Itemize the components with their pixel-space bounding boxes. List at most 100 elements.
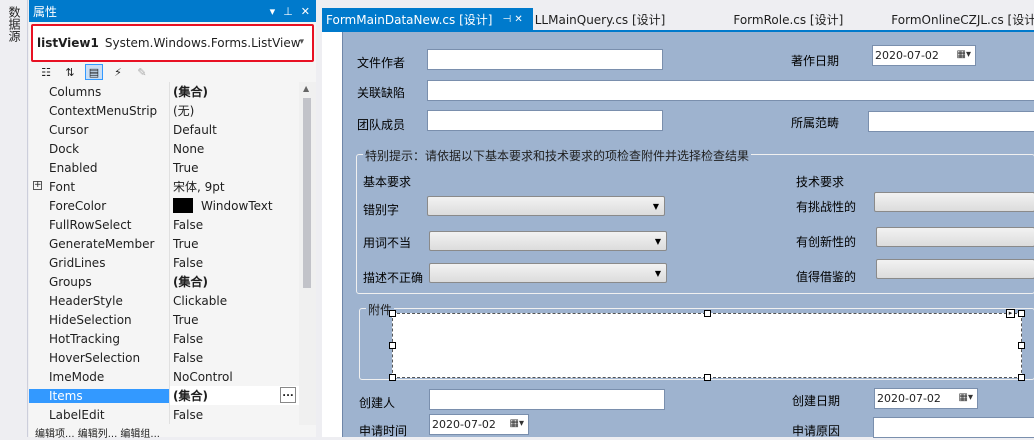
tab-pin-close-icons[interactable]: ⊣ ✕ [502, 14, 522, 25]
properties-commands[interactable]: 编辑项... 编辑列... 编辑组... [29, 425, 316, 440]
object-name: listView1 [37, 36, 99, 50]
chevron-down-icon[interactable]: ▾ [299, 37, 304, 47]
property-value[interactable]: (集合) [169, 272, 299, 291]
property-value[interactable]: WindowText [169, 196, 299, 215]
pin-icon[interactable]: ⊥ [283, 5, 293, 18]
scrollbar-thumb[interactable] [303, 98, 311, 288]
property-value-text: None [173, 141, 205, 156]
team-members-input[interactable] [427, 110, 663, 131]
attachment-listview[interactable]: ▸ [389, 309, 1025, 381]
related-defect-input[interactable] [427, 80, 1034, 101]
resize-handle[interactable] [389, 310, 396, 317]
wording-combobox[interactable]: ▼ [429, 231, 667, 251]
property-name: ForeColor [49, 198, 107, 213]
resize-handle[interactable] [1018, 342, 1025, 349]
property-value[interactable]: (无) [169, 101, 299, 120]
property-value[interactable]: NoControl [169, 367, 299, 386]
resize-handle[interactable] [389, 374, 396, 381]
property-row[interactable]: HeaderStyle Clickable [29, 291, 299, 310]
property-value[interactable]: Default [169, 120, 299, 139]
property-value[interactable]: False [169, 348, 299, 367]
tab-formrole[interactable]: FormRole.cs [设计] [731, 8, 853, 30]
property-row[interactable]: ContextMenuStrip (无) [29, 101, 299, 120]
calendar-icon[interactable]: ▦▾ [510, 418, 524, 429]
property-row[interactable]: + Font 宋体, 9pt [29, 177, 299, 196]
property-row[interactable]: HoverSelection False [29, 348, 299, 367]
events-icon[interactable]: ⚡ [109, 64, 127, 80]
property-row[interactable]: Items (集合)... [29, 386, 299, 405]
property-value[interactable]: Clickable [169, 291, 299, 310]
close-icon[interactable]: ✕ [301, 5, 310, 18]
property-value[interactable]: False [169, 329, 299, 348]
categorized-icon[interactable]: ☷ [37, 64, 55, 80]
resize-handle[interactable] [1018, 374, 1025, 381]
property-row[interactable]: Enabled True [29, 158, 299, 177]
property-value[interactable]: False [169, 215, 299, 234]
property-row[interactable]: LabelEdit False [29, 405, 299, 424]
file-author-input[interactable] [427, 49, 663, 70]
reference-combobox[interactable] [876, 259, 1034, 279]
innovative-combobox[interactable] [876, 227, 1034, 247]
create-date-label: 创建日期 [792, 394, 841, 408]
tab-formmaindatanew[interactable]: FormMainDataNew.cs [设计] ⊣ ✕ [322, 8, 533, 30]
property-row[interactable]: FullRowSelect False [29, 215, 299, 234]
resize-handle[interactable] [1018, 310, 1025, 317]
reference-label: 值得借鉴的 [796, 270, 857, 284]
form-canvas[interactable]: 文件作者 著作日期 2020-07-02 ▦▾ 关联缺陷 团队成员 所属范畴 特… [342, 32, 1034, 438]
property-row[interactable]: Dock None [29, 139, 299, 158]
alphabetical-icon[interactable]: ⇅ [61, 64, 79, 80]
property-value[interactable]: False [169, 253, 299, 272]
property-value-text: False [173, 350, 204, 365]
property-value[interactable]: 宋体, 9pt [169, 177, 299, 196]
tab-formonlineczjl[interactable]: FormOnlineCZJL.cs [设计] [889, 8, 1034, 30]
property-row[interactable]: Groups (集合) [29, 272, 299, 291]
apply-time-picker[interactable]: 2020-07-02 ▦▾ [429, 414, 529, 435]
property-value[interactable]: True [169, 310, 299, 329]
apply-reason-input[interactable] [873, 417, 1034, 438]
property-value[interactable]: True [169, 158, 299, 177]
property-value-text: (集合) [173, 389, 208, 403]
property-pages-icon[interactable]: ✎ [133, 64, 151, 80]
create-date-picker[interactable]: 2020-07-02 ▦▾ [874, 388, 978, 409]
property-value-text: WindowText [201, 198, 273, 213]
color-swatch [173, 198, 193, 213]
property-value[interactable]: (集合) [169, 82, 299, 101]
resize-handle[interactable] [704, 374, 711, 381]
property-row[interactable]: ImeMode NoControl [29, 367, 299, 386]
property-row[interactable]: GenerateMember True [29, 234, 299, 253]
tab-label: FormMainDataNew.cs [设计] [326, 12, 493, 27]
property-name: HideSelection [49, 312, 132, 327]
smart-tag-icon[interactable]: ▸ [1006, 309, 1015, 318]
work-date-picker[interactable]: 2020-07-02 ▦▾ [872, 45, 976, 66]
notice-group-label: 特别提示：请依据以下基本要求和技术要求的项检查附件并选择检查结果 [363, 147, 752, 164]
property-value[interactable]: True [169, 234, 299, 253]
calendar-icon[interactable]: ▦▾ [959, 392, 973, 403]
object-selector-dropdown[interactable]: listView1 System.Windows.Forms.ListView … [31, 24, 314, 62]
property-value[interactable]: None [169, 139, 299, 158]
property-value[interactable]: (集合)... [169, 386, 299, 405]
dropdown-icon[interactable]: ▾ [270, 5, 276, 18]
datasource-side-tab[interactable]: 数据源 [6, 6, 23, 42]
resize-handle[interactable] [389, 342, 396, 349]
expand-icon[interactable]: + [33, 181, 42, 190]
property-row[interactable]: Cursor Default [29, 120, 299, 139]
property-row[interactable]: HideSelection True [29, 310, 299, 329]
scroll-up-icon[interactable]: ▲ [303, 84, 309, 93]
property-grid-scrollbar[interactable]: ▲ [299, 82, 316, 425]
scope-input[interactable] [868, 111, 1034, 132]
property-row[interactable]: ForeColor WindowText [29, 196, 299, 215]
property-value[interactable]: False [169, 405, 299, 424]
resize-handle[interactable] [704, 310, 711, 317]
typo-combobox[interactable]: ▼ [427, 196, 665, 216]
property-row[interactable]: GridLines False [29, 253, 299, 272]
property-row[interactable]: HotTracking False [29, 329, 299, 348]
ellipsis-button[interactable]: ... [280, 387, 296, 403]
tab-llmainquery[interactable]: LLMainQuery.cs [设计] [533, 8, 676, 30]
basic-requirements-label: 基本要求 [363, 175, 412, 189]
challenging-combobox[interactable] [874, 192, 1034, 212]
property-row[interactable]: Columns (集合) [29, 82, 299, 101]
calendar-icon[interactable]: ▦▾ [957, 49, 971, 60]
properties-icon[interactable]: ▤ [85, 64, 103, 80]
inaccurate-combobox[interactable]: ▼ [429, 263, 667, 283]
creator-input[interactable] [429, 389, 665, 410]
